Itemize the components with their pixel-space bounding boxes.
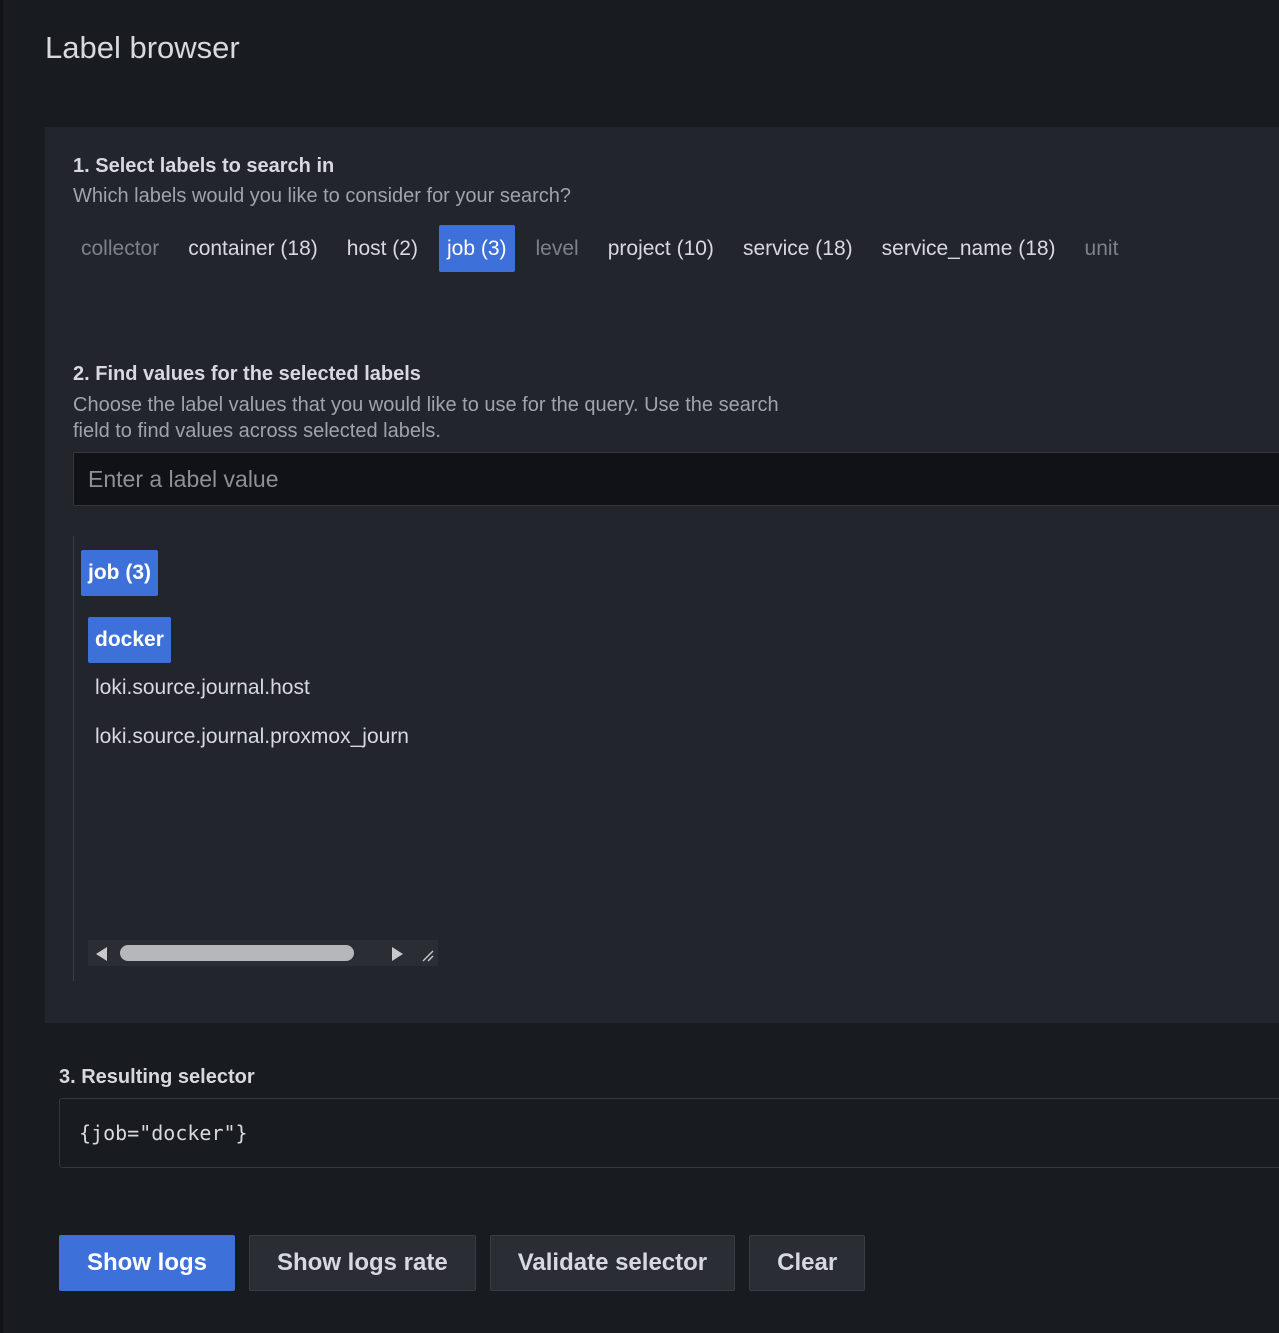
label-job[interactable]: job (3) <box>438 225 515 272</box>
label-unit[interactable]: unit <box>1077 225 1127 272</box>
step2-description-line2: field to find values across selected lab… <box>73 420 441 442</box>
clear-button[interactable]: Clear <box>749 1235 866 1291</box>
label-container[interactable]: container (18) <box>180 225 326 272</box>
values-list-header-job[interactable]: job (3) <box>81 550 158 596</box>
label-service[interactable]: service (18) <box>735 225 861 272</box>
value-item-docker[interactable]: docker <box>88 617 171 663</box>
show-logs-rate-button[interactable]: Show logs rate <box>249 1235 476 1291</box>
action-buttons: Show logs Show logs rate Validate select… <box>59 1235 879 1291</box>
step2-title: 2. Find values for the selected labels <box>73 363 421 385</box>
label-browser-page: Label browser 1. Select labels to search… <box>0 0 1279 1333</box>
label-project[interactable]: project (10) <box>600 225 722 272</box>
label-collector[interactable]: collector <box>73 225 167 272</box>
step2-description-line1: Choose the label values that you would l… <box>73 394 779 416</box>
step1-title: 1. Select labels to search in <box>73 155 335 177</box>
label-list: collector container (18) host (2) job (3… <box>73 225 1139 272</box>
scrollbar-thumb[interactable] <box>120 945 354 961</box>
label-service-name[interactable]: service_name (18) <box>874 225 1064 272</box>
step1-description: Which labels would you like to consider … <box>73 185 572 207</box>
label-values-list: job (3) docker loki.source.journal.host … <box>73 536 474 981</box>
step3-title: 3. Resulting selector <box>59 1066 255 1088</box>
page-title: Label browser <box>45 30 240 65</box>
scroll-right-arrow-icon[interactable] <box>392 947 403 961</box>
show-logs-button[interactable]: Show logs <box>59 1235 235 1291</box>
resize-grip-icon[interactable] <box>422 950 434 962</box>
value-item-journal-proxmox[interactable]: loki.source.journal.proxmox_journ <box>88 714 416 760</box>
left-edge-divider <box>0 0 3 1333</box>
resulting-selector: {job="docker"} <box>59 1098 1279 1168</box>
label-level[interactable]: level <box>528 225 587 272</box>
label-host[interactable]: host (2) <box>339 225 426 272</box>
scroll-left-arrow-icon[interactable] <box>96 947 107 961</box>
horizontal-scrollbar[interactable] <box>88 940 438 966</box>
label-selection-panel: 1. Select labels to search in Which labe… <box>45 127 1279 1023</box>
value-item-journal-host[interactable]: loki.source.journal.host <box>88 665 317 711</box>
validate-selector-button[interactable]: Validate selector <box>489 1235 736 1291</box>
label-value-search-input[interactable] <box>73 452 1279 506</box>
